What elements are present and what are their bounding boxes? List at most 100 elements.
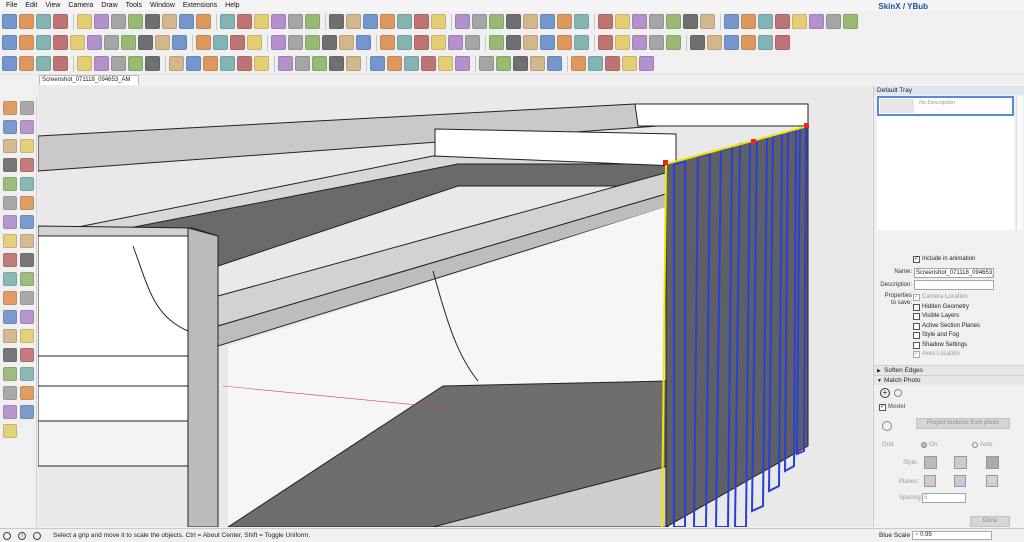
toolbar-tool-icon[interactable]: [588, 56, 603, 71]
property-checkbox[interactable]: [913, 313, 920, 320]
toolbar-tool-icon[interactable]: [53, 14, 68, 29]
toolbar-tool-icon[interactable]: [397, 35, 412, 50]
toolbar-tool-icon[interactable]: [121, 35, 136, 50]
toolbar-tool-icon[interactable]: [305, 14, 320, 29]
toolbar-tool-icon[interactable]: [414, 35, 429, 50]
menu-window[interactable]: Window: [146, 0, 179, 11]
toolbar-tool-icon[interactable]: [605, 56, 620, 71]
toolbar-tool-icon[interactable]: [196, 14, 211, 29]
toolbar-tool-icon[interactable]: [421, 56, 436, 71]
left-tool-icon[interactable]: [3, 386, 17, 400]
left-tool-icon[interactable]: [20, 215, 34, 229]
left-tool-icon[interactable]: [20, 329, 34, 343]
toolbar-tool-icon[interactable]: [70, 35, 85, 50]
left-tool-icon[interactable]: [3, 120, 17, 134]
toolbar-tool-icon[interactable]: [138, 35, 153, 50]
toolbar-tool-icon[interactable]: [346, 14, 361, 29]
toolbar-tool-icon[interactable]: [707, 35, 722, 50]
left-tool-icon[interactable]: [3, 177, 17, 191]
left-tool-icon[interactable]: [3, 101, 17, 115]
toolbar-tool-icon[interactable]: [186, 56, 201, 71]
toolbar-tool-icon[interactable]: [649, 14, 664, 29]
toolbar-tool-icon[interactable]: [557, 14, 572, 29]
toolbar-tool-icon[interactable]: [128, 56, 143, 71]
toolbar-tool-icon[interactable]: [329, 56, 344, 71]
toolbar-tool-icon[interactable]: [203, 56, 218, 71]
toolbar-tool-icon[interactable]: [557, 35, 572, 50]
scene-description-input[interactable]: [914, 280, 994, 290]
toolbar-tool-icon[interactable]: [322, 35, 337, 50]
menu-extensions[interactable]: Extensions: [179, 0, 221, 11]
toolbar-tool-icon[interactable]: [489, 14, 504, 29]
toolbar-tool-icon[interactable]: [254, 56, 269, 71]
property-checkbox[interactable]: ✓: [913, 351, 920, 358]
toolbar-tool-icon[interactable]: [380, 35, 395, 50]
left-tool-icon[interactable]: [20, 310, 34, 324]
property-checkbox[interactable]: [913, 332, 920, 339]
spacing-input[interactable]: 5': [922, 493, 966, 503]
toolbar-tool-icon[interactable]: [455, 14, 470, 29]
toolbar-tool-icon[interactable]: [758, 35, 773, 50]
toolbar-tool-icon[interactable]: [19, 14, 34, 29]
toolbar-tool-icon[interactable]: [213, 35, 228, 50]
toolbar-tool-icon[interactable]: [77, 56, 92, 71]
info-icon[interactable]: i: [18, 532, 26, 540]
add-photo-icon[interactable]: +: [880, 388, 890, 398]
style-above-icon[interactable]: [954, 456, 967, 469]
toolbar-tool-icon[interactable]: [295, 56, 310, 71]
toolbar-tool-icon[interactable]: [19, 35, 34, 50]
soften-edges-section[interactable]: ▶ Soften Edges: [874, 365, 1024, 375]
left-tool-icon[interactable]: [20, 272, 34, 286]
toolbar-tool-icon[interactable]: [465, 35, 480, 50]
toolbar-tool-icon[interactable]: [724, 35, 739, 50]
scene-tab[interactable]: Screenshot_071118_094653_AM: [39, 75, 139, 85]
toolbar-tool-icon[interactable]: [2, 56, 17, 71]
toolbar-tool-icon[interactable]: [329, 14, 344, 29]
menu-help[interactable]: Help: [221, 0, 243, 11]
toolbar-tool-icon[interactable]: [455, 56, 470, 71]
toolbar-tool-icon[interactable]: [639, 56, 654, 71]
left-tool-icon[interactable]: [20, 101, 34, 115]
menu-view[interactable]: View: [41, 0, 64, 11]
include-animation-checkbox[interactable]: ✓: [913, 256, 920, 263]
toolbar-tool-icon[interactable]: [397, 14, 412, 29]
toolbar-tool-icon[interactable]: [826, 14, 841, 29]
toolbar-tool-icon[interactable]: [278, 56, 293, 71]
toolbar-tool-icon[interactable]: [36, 35, 51, 50]
left-tool-icon[interactable]: [3, 367, 17, 381]
style-outside-icon[interactable]: [986, 456, 999, 469]
toolbar-tool-icon[interactable]: [111, 56, 126, 71]
toolbar-tool-icon[interactable]: [666, 14, 681, 29]
crosshair-icon[interactable]: [882, 421, 892, 431]
toolbar-tool-icon[interactable]: [36, 56, 51, 71]
menu-tools[interactable]: Tools: [122, 0, 146, 11]
toolbar-tool-icon[interactable]: [179, 14, 194, 29]
toolbar-tool-icon[interactable]: [288, 35, 303, 50]
left-tool-icon[interactable]: [3, 348, 17, 362]
model-viewport[interactable]: [38, 86, 872, 527]
toolbar-tool-icon[interactable]: [523, 14, 538, 29]
toolbar-tool-icon[interactable]: [472, 14, 487, 29]
toolbar-tool-icon[interactable]: [145, 56, 160, 71]
toolbar-tool-icon[interactable]: [363, 14, 378, 29]
toolbar-tool-icon[interactable]: [271, 14, 286, 29]
skin-label[interactable]: SkinX / YBub: [878, 2, 928, 11]
left-tool-icon[interactable]: [3, 329, 17, 343]
toolbar-tool-icon[interactable]: [513, 56, 528, 71]
toolbar-tool-icon[interactable]: [53, 56, 68, 71]
toolbar-tool-icon[interactable]: [438, 56, 453, 71]
toolbar-tool-icon[interactable]: [741, 14, 756, 29]
toolbar-tool-icon[interactable]: [94, 14, 109, 29]
toolbar-tool-icon[interactable]: [615, 14, 630, 29]
left-tool-icon[interactable]: [20, 386, 34, 400]
geo-location-icon[interactable]: [3, 532, 11, 540]
toolbar-tool-icon[interactable]: [574, 35, 589, 50]
left-tool-icon[interactable]: [20, 139, 34, 153]
toolbar-tool-icon[interactable]: [530, 56, 545, 71]
toolbar-tool-icon[interactable]: [339, 35, 354, 50]
left-tool-icon[interactable]: [20, 253, 34, 267]
plane-red-green-icon[interactable]: [924, 475, 936, 487]
toolbar-tool-icon[interactable]: [2, 35, 17, 50]
left-tool-icon[interactable]: [3, 291, 17, 305]
tray-scrollbar[interactable]: [1016, 96, 1023, 230]
